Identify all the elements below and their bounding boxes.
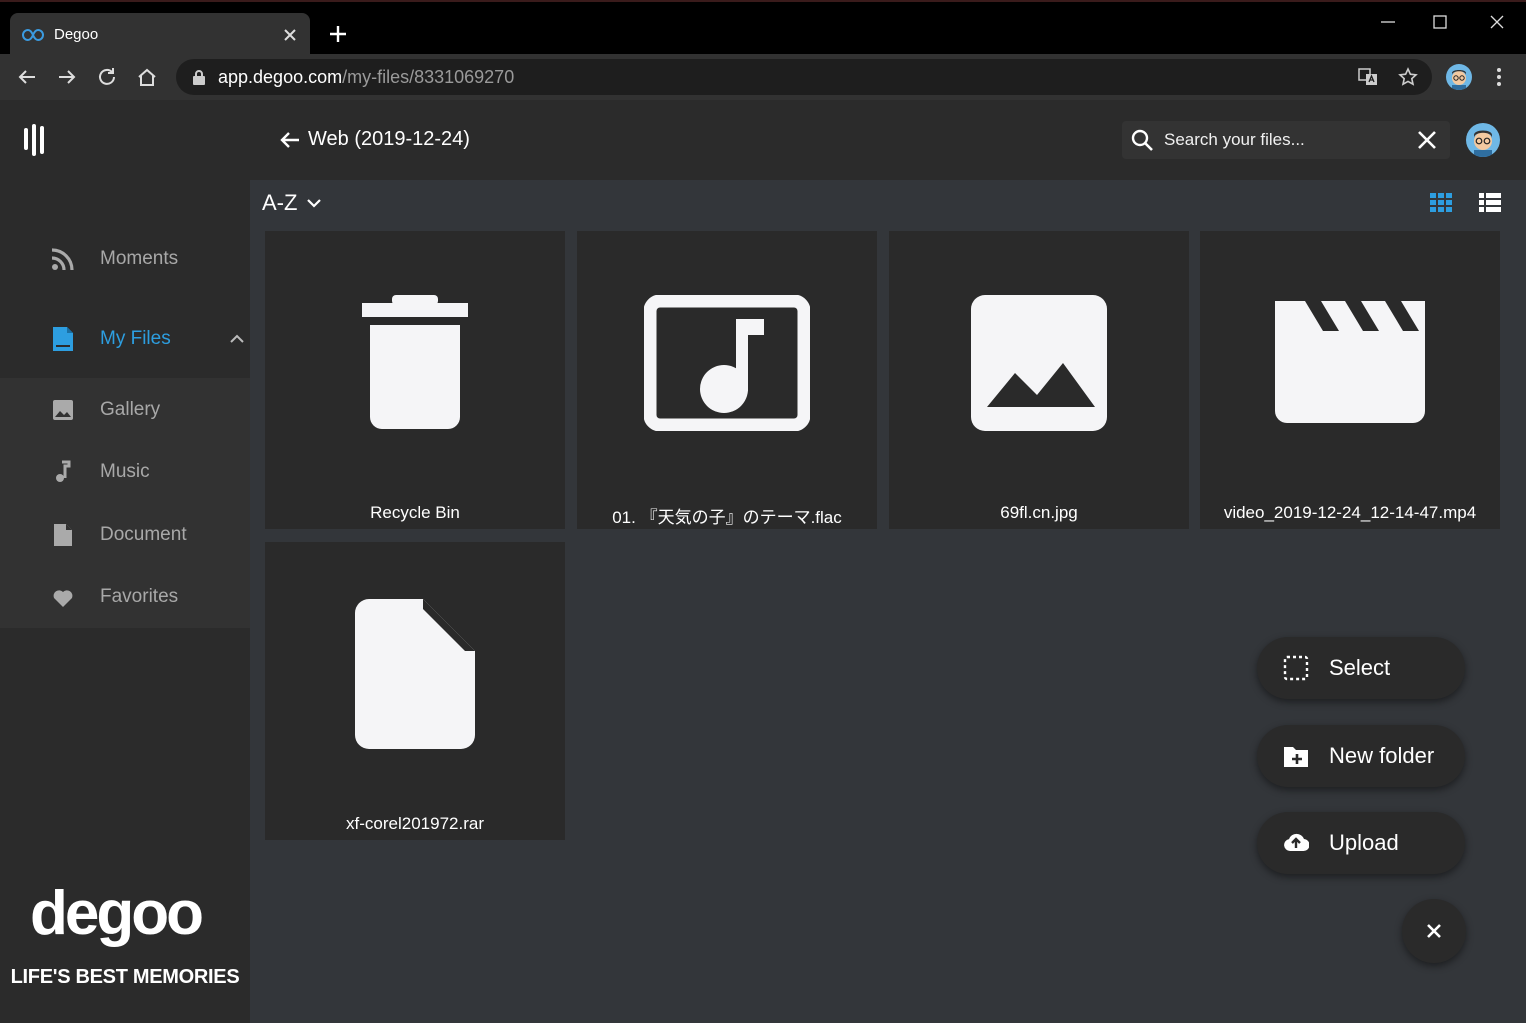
close-icon xyxy=(1427,924,1441,938)
maximize-icon[interactable] xyxy=(1430,12,1450,32)
rss-icon xyxy=(51,248,74,271)
close-fab-button[interactable] xyxy=(1402,899,1466,963)
upload-label: Upload xyxy=(1329,830,1399,855)
file-icon xyxy=(53,327,73,351)
file-tile-rar[interactable]: xf-corel201972.rar xyxy=(265,542,565,840)
cloud-upload-icon xyxy=(1284,833,1309,852)
sidebar-item-my-files[interactable]: My Files xyxy=(0,308,250,370)
select-button[interactable]: Select xyxy=(1257,637,1465,699)
reload-icon[interactable] xyxy=(96,66,118,88)
sidebar-item-music[interactable]: Music xyxy=(0,441,250,503)
search-box[interactable] xyxy=(1122,121,1450,159)
sidebar-item-label: Moments xyxy=(100,248,179,269)
file-tile-mp4[interactable]: video_2019-12-24_12-14-47.mp4 xyxy=(1200,231,1500,529)
profile-avatar[interactable] xyxy=(1446,64,1472,90)
sidebar-item-document[interactable]: Document xyxy=(0,504,250,566)
sort-bar: A-Z xyxy=(250,180,1526,226)
new-tab-icon[interactable] xyxy=(328,24,348,44)
lock-icon xyxy=(193,70,205,85)
browser-toolbar: app.degoo.com/my-files/8331069270 xyxy=(0,54,1526,100)
arrow-back-icon[interactable] xyxy=(278,128,302,152)
file-name: 69fl.cn.jpg xyxy=(1000,503,1078,522)
file-tile-recycle-bin[interactable]: Recycle Bin xyxy=(265,231,565,529)
sidebar-item-label: Document xyxy=(100,524,187,545)
new-folder-button[interactable]: New folder xyxy=(1257,725,1465,787)
degoo-favicon-icon xyxy=(22,28,44,41)
generic-file-icon xyxy=(355,599,475,749)
upload-button[interactable]: Upload xyxy=(1257,812,1465,874)
sidebar-item-label: Favorites xyxy=(100,586,179,607)
close-icon[interactable] xyxy=(1416,129,1438,151)
create-folder-icon xyxy=(1284,747,1308,767)
image-file-icon xyxy=(971,295,1107,431)
browser-titlebar: Degoo xyxy=(0,0,1526,56)
sort-dropdown[interactable]: A-Z xyxy=(262,190,297,216)
music-note-icon xyxy=(56,460,71,482)
file-name: 01. 『天気の子』のテーマ.flac xyxy=(612,508,842,527)
bookmark-star-icon[interactable] xyxy=(1398,67,1418,87)
back-icon[interactable] xyxy=(16,66,38,88)
select-icon xyxy=(1283,655,1309,681)
url-path: /my-files/8331069270 xyxy=(342,66,515,87)
trash-icon xyxy=(362,295,468,429)
file-name: Recycle Bin xyxy=(370,503,460,522)
breadcrumb[interactable]: Web (2019-12-24) xyxy=(308,128,470,151)
video-file-icon xyxy=(1275,301,1425,423)
chevron-up-icon[interactable] xyxy=(228,330,246,348)
sidebar-item-label: My Files xyxy=(100,328,171,349)
file-name: xf-corel201972.rar xyxy=(346,814,484,833)
user-avatar[interactable] xyxy=(1466,123,1500,157)
heart-icon xyxy=(53,590,73,607)
search-input[interactable] xyxy=(1164,130,1404,150)
close-tab-icon[interactable] xyxy=(282,27,298,43)
svg-text:degoo: degoo xyxy=(30,882,202,948)
url-host: app.degoo.com xyxy=(218,66,343,87)
image-icon xyxy=(53,400,73,420)
document-icon xyxy=(54,524,72,546)
file-name: video_2019-12-24_12-14-47.mp4 xyxy=(1223,503,1477,522)
audio-file-icon xyxy=(644,295,810,431)
degoo-brand-icon[interactable] xyxy=(22,122,50,158)
tab-title: Degoo xyxy=(54,26,99,43)
degoo-logo: degoo xyxy=(30,882,205,948)
grid-view-icon[interactable] xyxy=(1430,193,1452,213)
forward-icon[interactable] xyxy=(56,66,78,88)
sidebar-item-favorites[interactable]: Favorites xyxy=(0,566,250,628)
main-header: Web (2019-12-24) xyxy=(250,100,1526,180)
sidebar-item-label: Music xyxy=(100,461,150,482)
browser-tab[interactable]: Degoo xyxy=(10,13,310,56)
address-bar[interactable]: app.degoo.com/my-files/8331069270 xyxy=(176,59,1432,95)
list-view-icon[interactable] xyxy=(1479,193,1501,213)
sidebar-item-gallery[interactable]: Gallery xyxy=(0,379,250,441)
close-window-icon[interactable] xyxy=(1487,12,1507,32)
select-label: Select xyxy=(1329,655,1391,680)
minimize-icon[interactable] xyxy=(1378,12,1398,32)
sidebar-item-moments[interactable]: Moments xyxy=(0,228,250,290)
home-icon[interactable] xyxy=(136,66,158,88)
chevron-down-icon[interactable] xyxy=(306,195,322,211)
file-tile-flac[interactable]: 01. 『天気の子』のテーマ.flac xyxy=(577,231,877,529)
search-icon xyxy=(1131,129,1153,151)
new-folder-label: New folder xyxy=(1329,743,1435,768)
sidebar: Moments My Files Gallery Music Document … xyxy=(0,100,250,1023)
sidebar-item-label: Gallery xyxy=(100,399,161,420)
more-vert-icon[interactable] xyxy=(1490,66,1508,88)
file-tile-jpg[interactable]: 69fl.cn.jpg xyxy=(889,231,1189,529)
translate-icon[interactable] xyxy=(1358,67,1378,87)
tagline: LIFE'S BEST MEMORIES xyxy=(10,966,240,988)
